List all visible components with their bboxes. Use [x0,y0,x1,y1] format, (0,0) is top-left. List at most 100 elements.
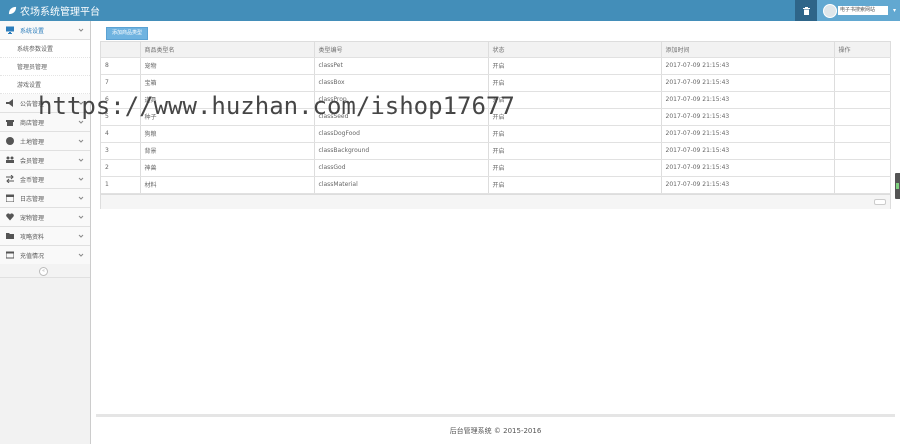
product-type-table: 商品类型名 类型编号 状态 添加时间 操作 8 宠物 classPet 开启 2… [100,41,891,209]
cell-time: 2017-07-09 21:15:43 [661,159,835,177]
caret-down-icon: ▾ [893,7,897,14]
table-footer [101,194,890,209]
settings-side-tab[interactable] [895,173,900,199]
cell-code: classPet [314,57,489,75]
sidebar-subitem-system-params[interactable]: 系统参数设置 [0,40,90,58]
table-row[interactable]: 7 宝箱 classBox 开启 2017-07-09 21:15:43 [101,74,891,92]
cell-actions [834,91,891,109]
sidebar-item-label: 充值情况 [20,252,45,260]
cell-time: 2017-07-09 21:15:43 [661,142,835,160]
cell-code: classDogFood [314,125,489,143]
footer-copyright: 后台管理系统 © 2015-2016 [449,426,542,435]
sidebar-item-members[interactable]: 会员管理 [0,151,90,170]
cell-name: 材料 [140,176,315,194]
col-header-status[interactable]: 状态 [488,42,662,58]
sidebar-item-pets[interactable]: 宠物管理 [0,208,90,227]
chevron-down-icon [78,234,84,238]
table-row[interactable]: 1 材料 classMaterial 开启 2017-07-09 21:15:4… [101,176,891,194]
brand[interactable]: 农场系统管理平台 [8,4,100,18]
col-header-time[interactable]: 添加时间 [661,42,835,58]
sidebar-subitem-admin[interactable]: 管理员管理 [0,58,90,76]
globe-icon [6,137,14,145]
cell-id: 8 [101,57,141,75]
sidebar-item-label: 系统设置 [20,27,45,35]
sidebar-subitem-label: 游戏设置 [17,82,42,89]
cell-status: 开启 [488,142,662,160]
sidebar-item-label: 日志管理 [20,195,45,203]
cell-status: 开启 [488,176,662,194]
cell-status: 开启 [488,159,662,177]
cell-time: 2017-07-09 21:15:43 [661,91,835,109]
chevron-down-icon [78,139,84,143]
cell-id: 4 [101,125,141,143]
cell-actions [834,74,891,92]
double-angle-left-icon: « [39,267,48,276]
table-row[interactable]: 8 宠物 classPet 开启 2017-07-09 21:15:43 [101,57,891,75]
chevron-down-icon [78,215,84,219]
sidebar: 系统设置 系统参数设置 管理员管理 游戏设置 公告管理 商店管理 土地管理 会员… [0,21,91,444]
list-icon [6,251,14,259]
trash-icon [802,6,810,15]
sidebar-item-land[interactable]: 土地管理 [0,132,90,151]
heart-icon [6,213,14,221]
pagination[interactable] [874,199,886,205]
cell-actions [834,176,891,194]
sidebar-subitem-label: 管理员管理 [17,64,48,71]
col-header-name[interactable]: 商品类型名 [140,42,315,58]
table-row[interactable]: 3 背景 classBackground 开启 2017-07-09 21:15… [101,142,891,160]
cell-actions [834,125,891,143]
trash-button[interactable] [795,0,817,21]
cell-name: 神兽 [140,159,315,177]
chevron-down-icon [78,196,84,200]
sidebar-item-logs[interactable]: 日志管理 [0,189,90,208]
cell-status: 开启 [488,125,662,143]
cell-code: classBackground [314,142,489,160]
cell-id: 1 [101,176,141,194]
cell-id: 2 [101,159,141,177]
table-row[interactable]: 2 神兽 classGod 开启 2017-07-09 21:15:43 [101,159,891,177]
sidebar-item-recharge[interactable]: 充值情况 [0,246,90,265]
cell-status: 开启 [488,57,662,75]
cell-code: classMaterial [314,176,489,194]
cell-actions [834,108,891,126]
cell-actions [834,57,891,75]
gift-icon [6,118,14,126]
calendar-icon [6,194,14,202]
sidebar-item-label: 攻略资料 [20,233,45,241]
table-row[interactable]: 4 狗粮 classDogFood 开启 2017-07-09 21:15:43 [101,125,891,143]
sidebar-item-label: 会员管理 [20,157,45,165]
cell-time: 2017-07-09 21:15:43 [661,57,835,75]
user-menu-button[interactable]: 电子书搜索网站 ▾ [817,0,900,21]
folder-icon [6,232,14,240]
sidebar-item-system-settings[interactable]: 系统设置 [0,21,90,40]
sidebar-collapse-button[interactable]: « [0,264,90,278]
cell-name: 宠物 [140,57,315,75]
sidebar-item-label: 土地管理 [20,138,45,146]
cell-name: 宝箱 [140,74,315,92]
sidebar-item-label: 宠物管理 [20,214,45,222]
cell-time: 2017-07-09 21:15:43 [661,74,835,92]
cell-time: 2017-07-09 21:15:43 [661,108,835,126]
col-header-code[interactable]: 类型编号 [314,42,489,58]
users-icon [6,156,14,164]
cell-name: 背景 [140,142,315,160]
table-header-row: 商品类型名 类型编号 状态 添加时间 操作 [101,42,891,58]
chevron-down-icon [78,253,84,257]
bullhorn-icon [6,99,14,107]
cell-actions [834,142,891,160]
exchange-icon [6,175,14,183]
user-name: 电子书搜索网站 [838,6,888,15]
cell-code: classBox [314,74,489,92]
cell-actions [834,159,891,177]
add-product-type-button[interactable]: 添加商品类型 [106,27,148,40]
col-header-id[interactable] [101,42,141,58]
watermark-text: https://www.huzhan.com/ishop17677 [38,92,515,120]
cell-status: 开启 [488,74,662,92]
avatar [823,3,837,18]
col-header-actions: 操作 [834,42,891,58]
sidebar-item-coins[interactable]: 金币管理 [0,170,90,189]
desktop-icon [6,26,14,34]
sidebar-item-label: 金币管理 [20,176,45,184]
chevron-down-icon [78,28,84,32]
sidebar-item-guides[interactable]: 攻略资料 [0,227,90,246]
